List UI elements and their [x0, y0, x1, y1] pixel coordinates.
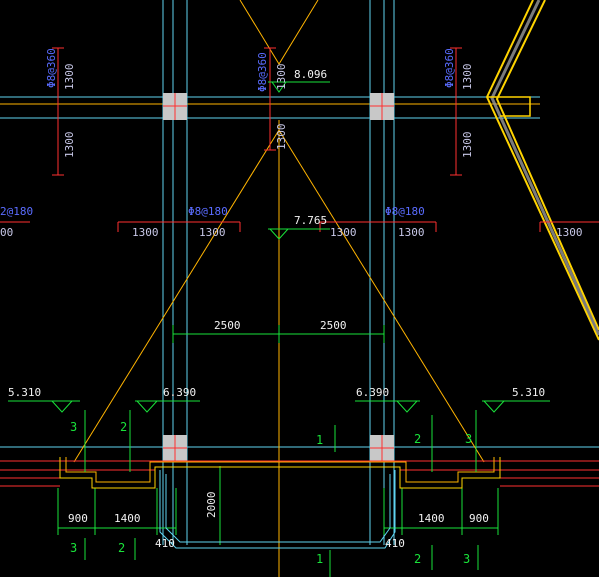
- axis-lines: [0, 0, 599, 577]
- dim-span-left: 2500: [214, 319, 241, 332]
- dim-row-edge-left: 00: [0, 226, 13, 239]
- dim-top-mid-lower: 1300: [275, 124, 288, 151]
- cad-drawing-canvas[interactable]: 8.096 7.765 5.310 6.390 6.390 5.310 Φ8@3…: [0, 0, 599, 577]
- column-top-right: [370, 93, 394, 120]
- dim-top-left-lower: 1300: [63, 132, 76, 159]
- dim-bottom-left-b: 1400: [114, 512, 141, 525]
- slope-bottom-center-1: 1: [316, 552, 323, 566]
- dim-row-4: 1300: [398, 226, 425, 239]
- dim-row-2: 1300: [199, 226, 226, 239]
- column-bottom-left: [163, 435, 187, 462]
- elevation-left-outer: 5.310: [8, 386, 41, 399]
- column-bottom-right: [370, 435, 394, 462]
- slope-right-outer: 3: [465, 432, 472, 446]
- roof-plan-drawing: 8.096 7.765 5.310 6.390 6.390 5.310 Φ8@3…: [0, 0, 599, 577]
- elevation-ridge-mid: 7.765: [294, 214, 327, 227]
- slope-bottom-left-3: 3: [70, 541, 77, 555]
- dim-top-right-lower: 1300: [461, 132, 474, 159]
- white-dimension-texts: 2500 2500 900 1400 410 2000 410 1400 900: [68, 319, 489, 550]
- elevation-left-inner: 6.390: [163, 386, 196, 399]
- rebar-left-top: Φ8@360: [45, 48, 58, 88]
- slope-bottom-right-3: 3: [463, 552, 470, 566]
- elevation-ridge-top: 8.096: [294, 68, 327, 81]
- dim-row-edge-right: 1300: [556, 226, 583, 239]
- dim-top-mid-upper: 1300: [275, 64, 288, 91]
- column-top-left: [163, 93, 187, 120]
- slope-left-inner: 2: [120, 420, 127, 434]
- dim-bottom-right-a: 900: [469, 512, 489, 525]
- rebar-mid-top: Φ8@360: [256, 52, 269, 92]
- dim-bottom-mid-vertical: 2000: [205, 492, 218, 519]
- rebar-mid-right: Φ8@180: [385, 205, 425, 218]
- dim-span-right: 2500: [320, 319, 347, 332]
- slope-center: 1: [316, 433, 323, 447]
- rebar-mid-left: Φ8@180: [188, 205, 228, 218]
- slope-left: [73, 129, 280, 463]
- bottom-gutter: [0, 457, 599, 549]
- slope-bottom-left-2: 2: [118, 541, 125, 555]
- slope-right: [278, 129, 485, 463]
- rebar-edge-left: 2@180: [0, 205, 33, 218]
- dim-top-right-upper: 1300: [461, 64, 474, 91]
- dim-top-left-upper: 1300: [63, 64, 76, 91]
- dim-row-3: 1300: [330, 226, 357, 239]
- upper-ridge-vee: [239, 0, 319, 65]
- diagonal-gutter: [485, 0, 599, 341]
- dim-bottom-right-c: 410: [385, 537, 405, 550]
- dim-row-1: 1300: [132, 226, 159, 239]
- dim-bottom-right-b: 1400: [418, 512, 445, 525]
- slope-bottom-right-2: 2: [414, 552, 421, 566]
- slope-left-outer: 3: [70, 420, 77, 434]
- elevation-right-inner: 6.390: [356, 386, 389, 399]
- slope-right-inner: 2: [414, 432, 421, 446]
- elevation-right-outer: 5.310: [512, 386, 545, 399]
- dim-bottom-left-c: 410: [155, 537, 175, 550]
- dim-bottom-left-a: 900: [68, 512, 88, 525]
- rebar-right-top: Φ8@360: [443, 48, 456, 88]
